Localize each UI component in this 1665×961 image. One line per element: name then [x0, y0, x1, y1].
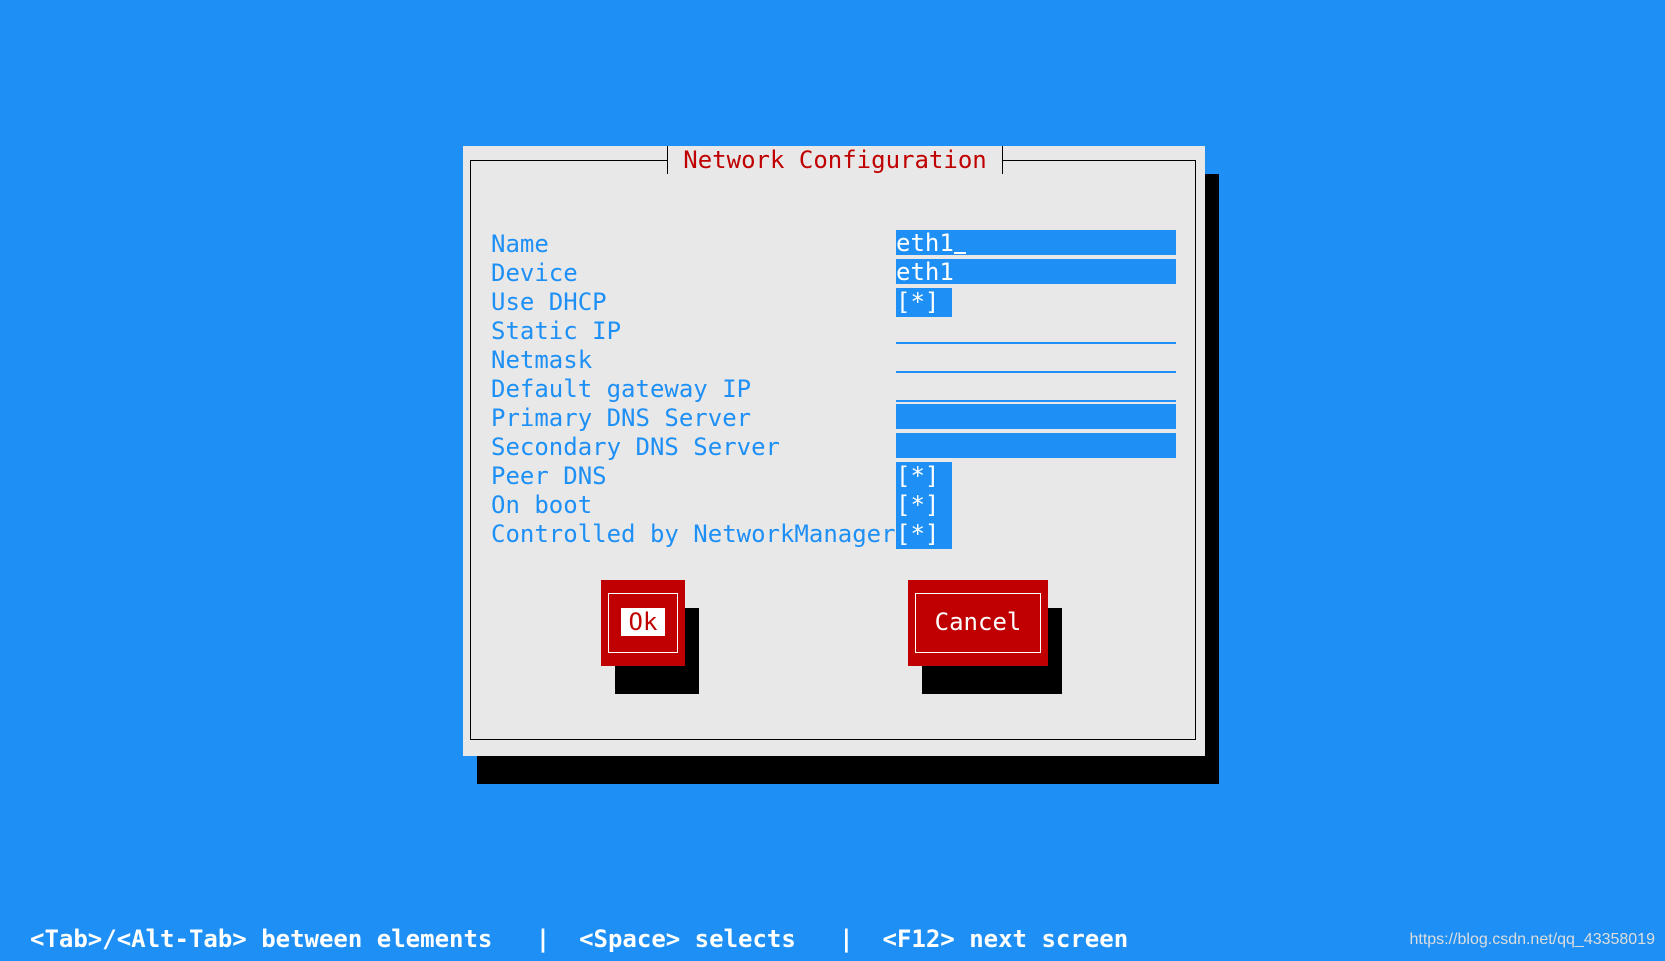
field-label: On boot: [491, 491, 593, 519]
form-row-default-gateway: Default gateway IP: [463, 375, 1205, 404]
field-label: Netmask: [491, 346, 593, 374]
form-row-peer-dns: Peer DNS [*]: [463, 462, 1205, 491]
secondary-dns-input[interactable]: [896, 433, 1176, 460]
netmask-input[interactable]: [896, 346, 1176, 373]
form-row-netmask: Netmask: [463, 346, 1205, 375]
default-gateway-input[interactable]: [896, 375, 1176, 402]
use-dhcp-checkbox[interactable]: [*]: [896, 288, 952, 317]
field-label: Primary DNS Server: [491, 404, 752, 432]
form-row-primary-dns: Primary DNS Server: [463, 404, 1205, 433]
form-row-networkmanager: Controlled by NetworkManager [*]: [463, 520, 1205, 549]
dialog-title: Network Configuration: [667, 146, 1003, 174]
field-label: Use DHCP: [491, 288, 607, 316]
cancel-button[interactable]: Cancel: [908, 580, 1048, 666]
field-label: Peer DNS: [491, 462, 607, 490]
field-label: Static IP: [491, 317, 622, 345]
peer-dns-checkbox[interactable]: [*]: [896, 462, 952, 491]
device-input[interactable]: eth1: [896, 259, 1176, 286]
field-label: Name: [491, 230, 549, 258]
static-ip-input[interactable]: [896, 317, 1176, 344]
ok-button[interactable]: Ok: [601, 580, 685, 666]
form-row-name: Name eth1: [463, 230, 1205, 259]
form-row-on-boot: On boot [*]: [463, 491, 1205, 520]
field-label: Secondary DNS Server: [491, 433, 780, 461]
text-cursor: [953, 230, 966, 254]
keyboard-help-statusbar: <Tab>/<Alt-Tab> between elements | <Spac…: [30, 925, 1129, 953]
primary-dns-input[interactable]: [896, 404, 1176, 431]
field-label: Device: [491, 259, 578, 287]
watermark: https://blog.csdn.net/qq_43358019: [1409, 931, 1655, 948]
name-input[interactable]: eth1: [896, 230, 1176, 257]
on-boot-checkbox[interactable]: [*]: [896, 491, 952, 520]
form-row-static-ip: Static IP: [463, 317, 1205, 346]
networkmanager-checkbox[interactable]: [*]: [896, 520, 952, 549]
form-row-use-dhcp: Use DHCP [*]: [463, 288, 1205, 317]
network-configuration-dialog: Network Configuration Name eth1 Device e…: [463, 146, 1205, 756]
form-row-secondary-dns: Secondary DNS Server: [463, 433, 1205, 462]
form-row-device: Device eth1: [463, 259, 1205, 288]
cancel-button-label: Cancel: [934, 608, 1022, 636]
field-label: Default gateway IP: [491, 375, 752, 403]
terminal-screen: Network Configuration Name eth1 Device e…: [0, 0, 1665, 961]
field-label: Controlled by NetworkManager: [491, 520, 896, 548]
ok-button-label: Ok: [601, 608, 685, 636]
